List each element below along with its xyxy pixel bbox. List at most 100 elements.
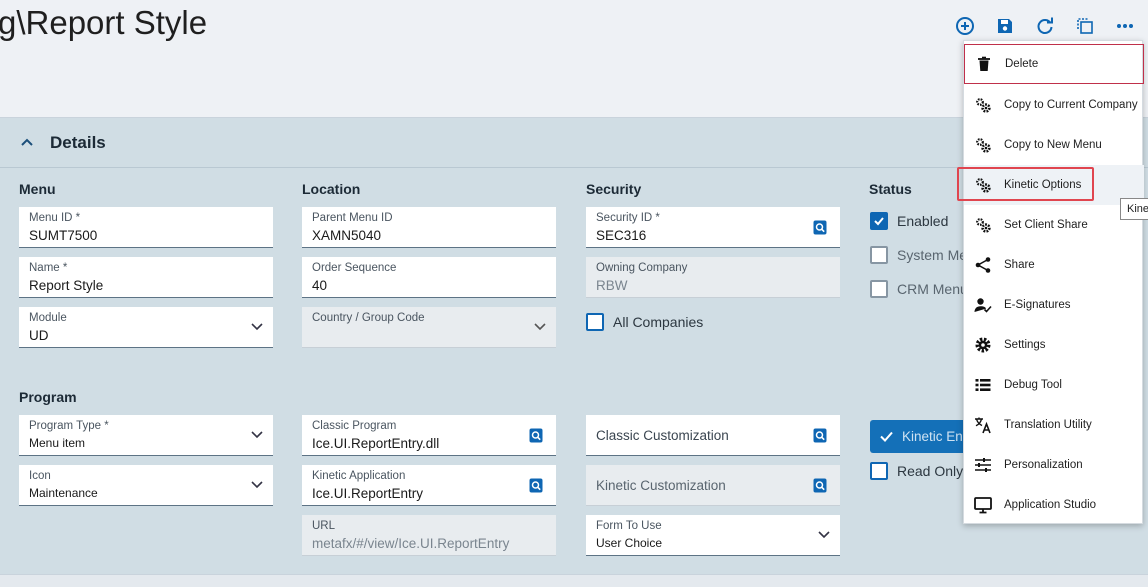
menu-id-label: Menu ID * (29, 212, 81, 224)
toolbar (955, 16, 1135, 36)
parent-menu-id-field[interactable]: Parent Menu ID XAMN5040 (302, 207, 556, 248)
menu-item-delete[interactable]: Delete (964, 44, 1144, 84)
url-value: metafx/#/view/Ice.UI.ReportEntry (312, 536, 510, 551)
plus-circle-icon (956, 17, 974, 35)
icon-select[interactable]: Icon Maintenance (19, 465, 273, 506)
list-icon (974, 376, 992, 394)
menu-id-field[interactable]: Menu ID * SUMT7500 (19, 207, 273, 248)
all-companies-box[interactable] (586, 313, 604, 331)
program-type-select[interactable]: Program Type * Menu item (19, 415, 273, 456)
order-sequence-value: 40 (312, 278, 328, 293)
icon-label: Icon (29, 470, 51, 482)
menu-item-application-studio[interactable]: Application Studio (964, 485, 1144, 525)
owning-company-field: Owning Company RBW (586, 257, 840, 298)
all-companies-label: All Companies (613, 314, 704, 330)
menu-item-label: Translation Utility (1004, 419, 1092, 431)
search-icon[interactable] (813, 428, 828, 443)
module-select[interactable]: Module UD (19, 307, 273, 348)
menu-item-label: Settings (1004, 339, 1046, 351)
parent-menu-id-label: Parent Menu ID (312, 212, 393, 224)
gear-icon (974, 336, 992, 354)
kinetic-enabled-toggle[interactable]: Kinetic Ena (870, 420, 970, 453)
save-button[interactable] (995, 16, 1015, 36)
menu-item-label: Personalization (1004, 459, 1083, 471)
owning-company-value: RBW (596, 278, 628, 293)
security-id-field[interactable]: Security ID * SEC316 (586, 207, 840, 248)
menu-item-set-client-share[interactable]: Set Client Share (964, 205, 1144, 245)
gears-icon (974, 96, 992, 114)
menu-item-personalization[interactable]: Personalization (964, 445, 1144, 485)
bottom-bar (0, 574, 1148, 587)
enabled-box[interactable] (870, 212, 888, 230)
menu-item-e-signatures[interactable]: E-Signatures (964, 285, 1144, 325)
country-group-code-select[interactable]: Country / Group Code (302, 307, 556, 348)
form-to-use-select[interactable]: Form To Use User Choice (586, 515, 840, 556)
crm-menu-box[interactable] (870, 280, 888, 298)
kinetic-customization-field[interactable]: Kinetic Customization (586, 465, 840, 506)
copy-icon (1077, 18, 1093, 34)
security-id-value: SEC316 (596, 228, 647, 243)
classic-program-label: Classic Program (312, 420, 397, 432)
add-button[interactable] (955, 16, 975, 36)
module-value: UD (29, 328, 49, 343)
kinetic-enabled-label: Kinetic Ena (902, 429, 970, 444)
menu-item-copy-to-current-company[interactable]: Copy to Current Company (964, 85, 1144, 125)
more-button[interactable] (1115, 16, 1135, 36)
menu-item-kinetic-options[interactable]: Kinetic Options (964, 165, 1144, 205)
kinetic-application-field[interactable]: Kinetic Application Ice.UI.ReportEntry (302, 465, 556, 506)
icon-value: Maintenance (29, 486, 98, 500)
program-type-value: Menu item (29, 436, 86, 450)
menu-item-copy-to-new-menu[interactable]: Copy to New Menu (964, 125, 1144, 165)
form-to-use-label: Form To Use (596, 520, 662, 532)
read-only-box[interactable] (870, 462, 888, 480)
menu-item-debug-tool[interactable]: Debug Tool (964, 365, 1144, 405)
chevron-down-icon (251, 431, 263, 439)
name-field[interactable]: Name * Report Style (19, 257, 273, 298)
system-menu-checkbox[interactable]: System Men (870, 246, 975, 264)
menu-item-share[interactable]: Share (964, 245, 1144, 285)
classic-program-field[interactable]: Classic Program Ice.UI.ReportEntry.dll (302, 415, 556, 456)
form-to-use-value: User Choice (596, 536, 663, 550)
section-program: Program (19, 389, 77, 405)
order-sequence-field[interactable]: Order Sequence 40 (302, 257, 556, 298)
country-group-code-label: Country / Group Code (312, 312, 425, 324)
read-only-checkbox[interactable]: Read Only (870, 462, 963, 480)
classic-customization-placeholder: Classic Customization (596, 427, 729, 443)
overflow-menu: Delete Copy to Current Company Copy to N… (963, 40, 1144, 525)
search-icon[interactable] (529, 428, 544, 443)
crm-menu-label: CRM Menu (897, 281, 968, 297)
url-label: URL (312, 520, 336, 532)
system-menu-box[interactable] (870, 246, 888, 264)
classic-customization-field[interactable]: Classic Customization (586, 415, 840, 456)
menu-item-label: E-Signatures (1004, 299, 1071, 311)
enabled-label: Enabled (897, 213, 949, 229)
search-icon[interactable] (813, 220, 828, 235)
refresh-icon (1037, 17, 1053, 34)
menu-item-settings[interactable]: Settings (964, 325, 1144, 365)
save-icon (998, 19, 1012, 33)
enabled-checkbox[interactable]: Enabled (870, 212, 948, 230)
crm-menu-checkbox[interactable]: CRM Menu (870, 280, 968, 298)
page-title: g\Report Style (0, 4, 208, 41)
name-label: Name * (29, 262, 68, 274)
chevron-up-icon[interactable] (20, 136, 34, 148)
url-field: URL metafx/#/view/Ice.UI.ReportEntry (302, 515, 556, 556)
gears-icon (974, 136, 992, 154)
search-icon[interactable] (813, 478, 828, 493)
ellipsis-icon (1117, 24, 1133, 28)
tooltip: Kine (1120, 198, 1148, 220)
checkmark-icon (880, 431, 893, 442)
copy-button[interactable] (1075, 16, 1095, 36)
menu-item-translation-utility[interactable]: Translation Utility (964, 405, 1144, 445)
refresh-button[interactable] (1035, 16, 1055, 36)
classic-program-value: Ice.UI.ReportEntry.dll (312, 436, 440, 451)
all-companies-checkbox[interactable]: All Companies (586, 313, 703, 331)
sliders-icon (974, 456, 992, 474)
monitor-icon (974, 496, 992, 514)
section-location: Location (302, 181, 361, 197)
section-status: Status (869, 181, 912, 197)
chevron-down-icon (251, 323, 263, 331)
search-icon[interactable] (529, 478, 544, 493)
owning-company-label: Owning Company (596, 262, 688, 274)
menu-item-label: Share (1004, 259, 1035, 271)
